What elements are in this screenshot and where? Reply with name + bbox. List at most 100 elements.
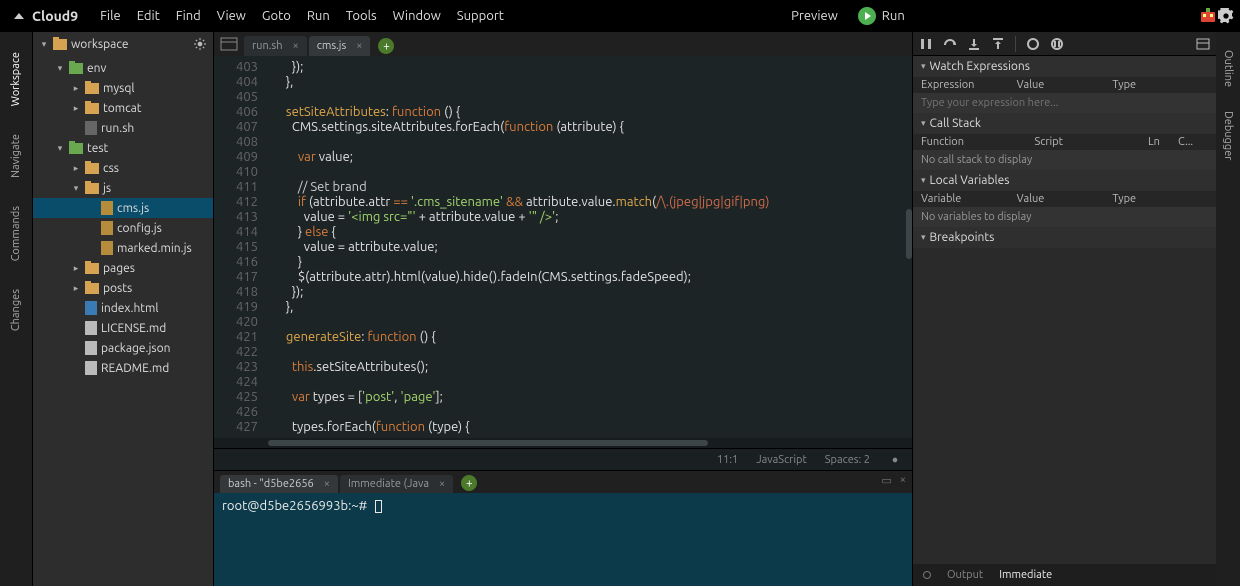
tab-cms-js[interactable]: cms.js × (309, 36, 371, 56)
pause-exceptions-icon[interactable] (1050, 37, 1064, 51)
close-icon[interactable]: × (356, 40, 362, 52)
horizontal-scrollbar[interactable] (214, 438, 912, 448)
tree-settings-gear-icon[interactable] (193, 37, 207, 51)
terminal[interactable]: root@d5be2656993b:~# (214, 493, 912, 586)
close-icon[interactable]: × (324, 478, 330, 490)
right-rail: Outline Debugger (1216, 32, 1240, 586)
watch-columns: ExpressionValueType (913, 77, 1216, 93)
workspace-root-label[interactable]: workspace (71, 38, 129, 51)
status-dot-icon (923, 571, 931, 579)
collab-icon[interactable] (1198, 6, 1218, 26)
editor-statusbar: 11:1 JavaScript Spaces: 2 (214, 448, 912, 470)
code-editor[interactable]: 4034044054064074084094104114124134144154… (214, 56, 912, 438)
menu-tools[interactable]: Tools (346, 9, 377, 23)
cursor-position: 11:1 (717, 454, 738, 466)
rail-commands[interactable]: Commands (10, 206, 22, 261)
close-icon[interactable]: × (439, 478, 445, 490)
tree-row-cms-js[interactable]: cms.js (33, 198, 213, 218)
tree-row-run-sh[interactable]: run.sh (33, 118, 213, 138)
editor-settings-gear-icon[interactable] (888, 453, 902, 467)
tree-row-tomcat[interactable]: ▸tomcat (33, 98, 213, 118)
tree-row-README-md[interactable]: README.md (33, 358, 213, 378)
editor-tabbar: run.sh × cms.js × + (214, 32, 912, 56)
tree-row-index-html[interactable]: index.html (33, 298, 213, 318)
folder-icon (53, 39, 67, 50)
rail-changes[interactable]: Changes (10, 289, 22, 331)
callstack-header[interactable]: ▾Call Stack (913, 113, 1216, 134)
line-gutter: 4034044054064074084094104114124134144154… (214, 56, 266, 438)
locals-columns: VariableValueType (913, 191, 1216, 207)
watch-header[interactable]: ▾Watch Expressions (913, 56, 1216, 77)
cloud9-menu-arrow-icon[interactable] (14, 13, 24, 19)
tree-row-pages[interactable]: ▸pages (33, 258, 213, 278)
tree-row-posts[interactable]: ▸posts (33, 278, 213, 298)
run-button[interactable]: Run (858, 7, 905, 25)
menubar: Cloud9 File Edit Find View Goto Run Tool… (0, 0, 1240, 32)
tree-row-LICENSE-md[interactable]: LICENSE.md (33, 318, 213, 338)
maximize-icon[interactable]: ▭ (881, 474, 891, 487)
brand[interactable]: Cloud9 (32, 8, 78, 24)
code-body[interactable]: }); }, setSiteAttributes: function () { … (266, 56, 912, 438)
callstack-columns: FunctionScriptLnC... (913, 134, 1216, 150)
watch-expression-input[interactable] (913, 93, 1216, 113)
tree-row-package-json[interactable]: package.json (33, 338, 213, 358)
step-over-icon[interactable] (943, 37, 957, 51)
rail-debugger[interactable]: Debugger (1222, 111, 1234, 160)
file-tree[interactable]: ▾env▸mysql▸tomcatrun.sh▾test▸css▾jscms.j… (33, 56, 213, 586)
terminal-panel: bash - "d5be2656 × Immediate (Java × + ▭… (214, 470, 912, 586)
menu-file[interactable]: File (100, 9, 121, 23)
terminal-tab-add-button[interactable]: + (461, 475, 477, 491)
menu-view[interactable]: View (217, 9, 246, 23)
tab-run-sh[interactable]: run.sh × (244, 36, 307, 56)
tab-immediate[interactable]: Immediate (Java × (340, 475, 453, 493)
debugger-panel: ▾Watch Expressions ExpressionValueType ▾… (912, 32, 1216, 586)
debugger-footer: Output Immediate (913, 564, 1216, 586)
rail-navigate[interactable]: Navigate (10, 134, 22, 178)
tree-row-js[interactable]: ▾js (33, 178, 213, 198)
indent-setting[interactable]: Spaces: 2 (825, 454, 870, 466)
tab-label: Immediate (Java (348, 478, 429, 490)
footer-immediate[interactable]: Immediate (999, 569, 1052, 581)
tree-row-mysql[interactable]: ▸mysql (33, 78, 213, 98)
step-into-icon[interactable] (967, 37, 981, 51)
callstack-empty: No call stack to display (913, 150, 1216, 170)
language-mode[interactable]: JavaScript (756, 454, 807, 466)
panes-icon[interactable] (220, 35, 238, 53)
breakpoints-header[interactable]: ▾Breakpoints (913, 227, 1216, 248)
tab-bash[interactable]: bash - "d5be2656 × (220, 475, 338, 493)
tree-row-env[interactable]: ▾env (33, 58, 213, 78)
play-icon (858, 7, 876, 25)
tab-label: bash - "d5be2656 (228, 478, 314, 490)
rail-workspace[interactable]: Workspace (10, 52, 22, 106)
rail-outline[interactable]: Outline (1222, 50, 1234, 87)
caret-icon[interactable]: ▾ (39, 39, 49, 50)
menu-goto[interactable]: Goto (262, 9, 291, 23)
vertical-scrollbar[interactable] (906, 209, 912, 259)
menu-window[interactable]: Window (393, 9, 441, 23)
close-panel-icon[interactable]: × (900, 474, 906, 487)
menu-support[interactable]: Support (457, 9, 504, 23)
tab-add-button[interactable]: + (378, 38, 394, 54)
tree-row-config-js[interactable]: config.js (33, 218, 213, 238)
tab-label: cms.js (317, 40, 347, 52)
footer-output[interactable]: Output (947, 569, 983, 581)
tree-row-test[interactable]: ▾test (33, 138, 213, 158)
terminal-tabbar: bash - "d5be2656 × Immediate (Java × + ▭… (214, 471, 912, 493)
panel-layout-icon[interactable] (1196, 37, 1210, 51)
locals-header[interactable]: ▾Local Variables (913, 170, 1216, 191)
terminal-prompt: root@d5be2656993b:~# (222, 499, 367, 513)
menu-run[interactable]: Run (307, 9, 330, 23)
left-rail: Workspace Navigate Commands Changes (0, 32, 33, 586)
run-label: Run (882, 9, 905, 23)
tree-row-marked-min-js[interactable]: marked.min.js (33, 238, 213, 258)
tree-row-css[interactable]: ▸css (33, 158, 213, 178)
close-icon[interactable]: × (293, 40, 299, 52)
preview-button[interactable]: Preview (791, 9, 838, 23)
menu-find[interactable]: Find (176, 9, 201, 23)
pause-icon[interactable] (919, 37, 933, 51)
menu-edit[interactable]: Edit (137, 9, 160, 23)
step-out-icon[interactable] (991, 37, 1005, 51)
deactivate-breakpoints-icon[interactable] (1026, 37, 1040, 51)
tab-label: run.sh (252, 40, 283, 52)
preferences-gear-icon[interactable] (1218, 8, 1234, 24)
